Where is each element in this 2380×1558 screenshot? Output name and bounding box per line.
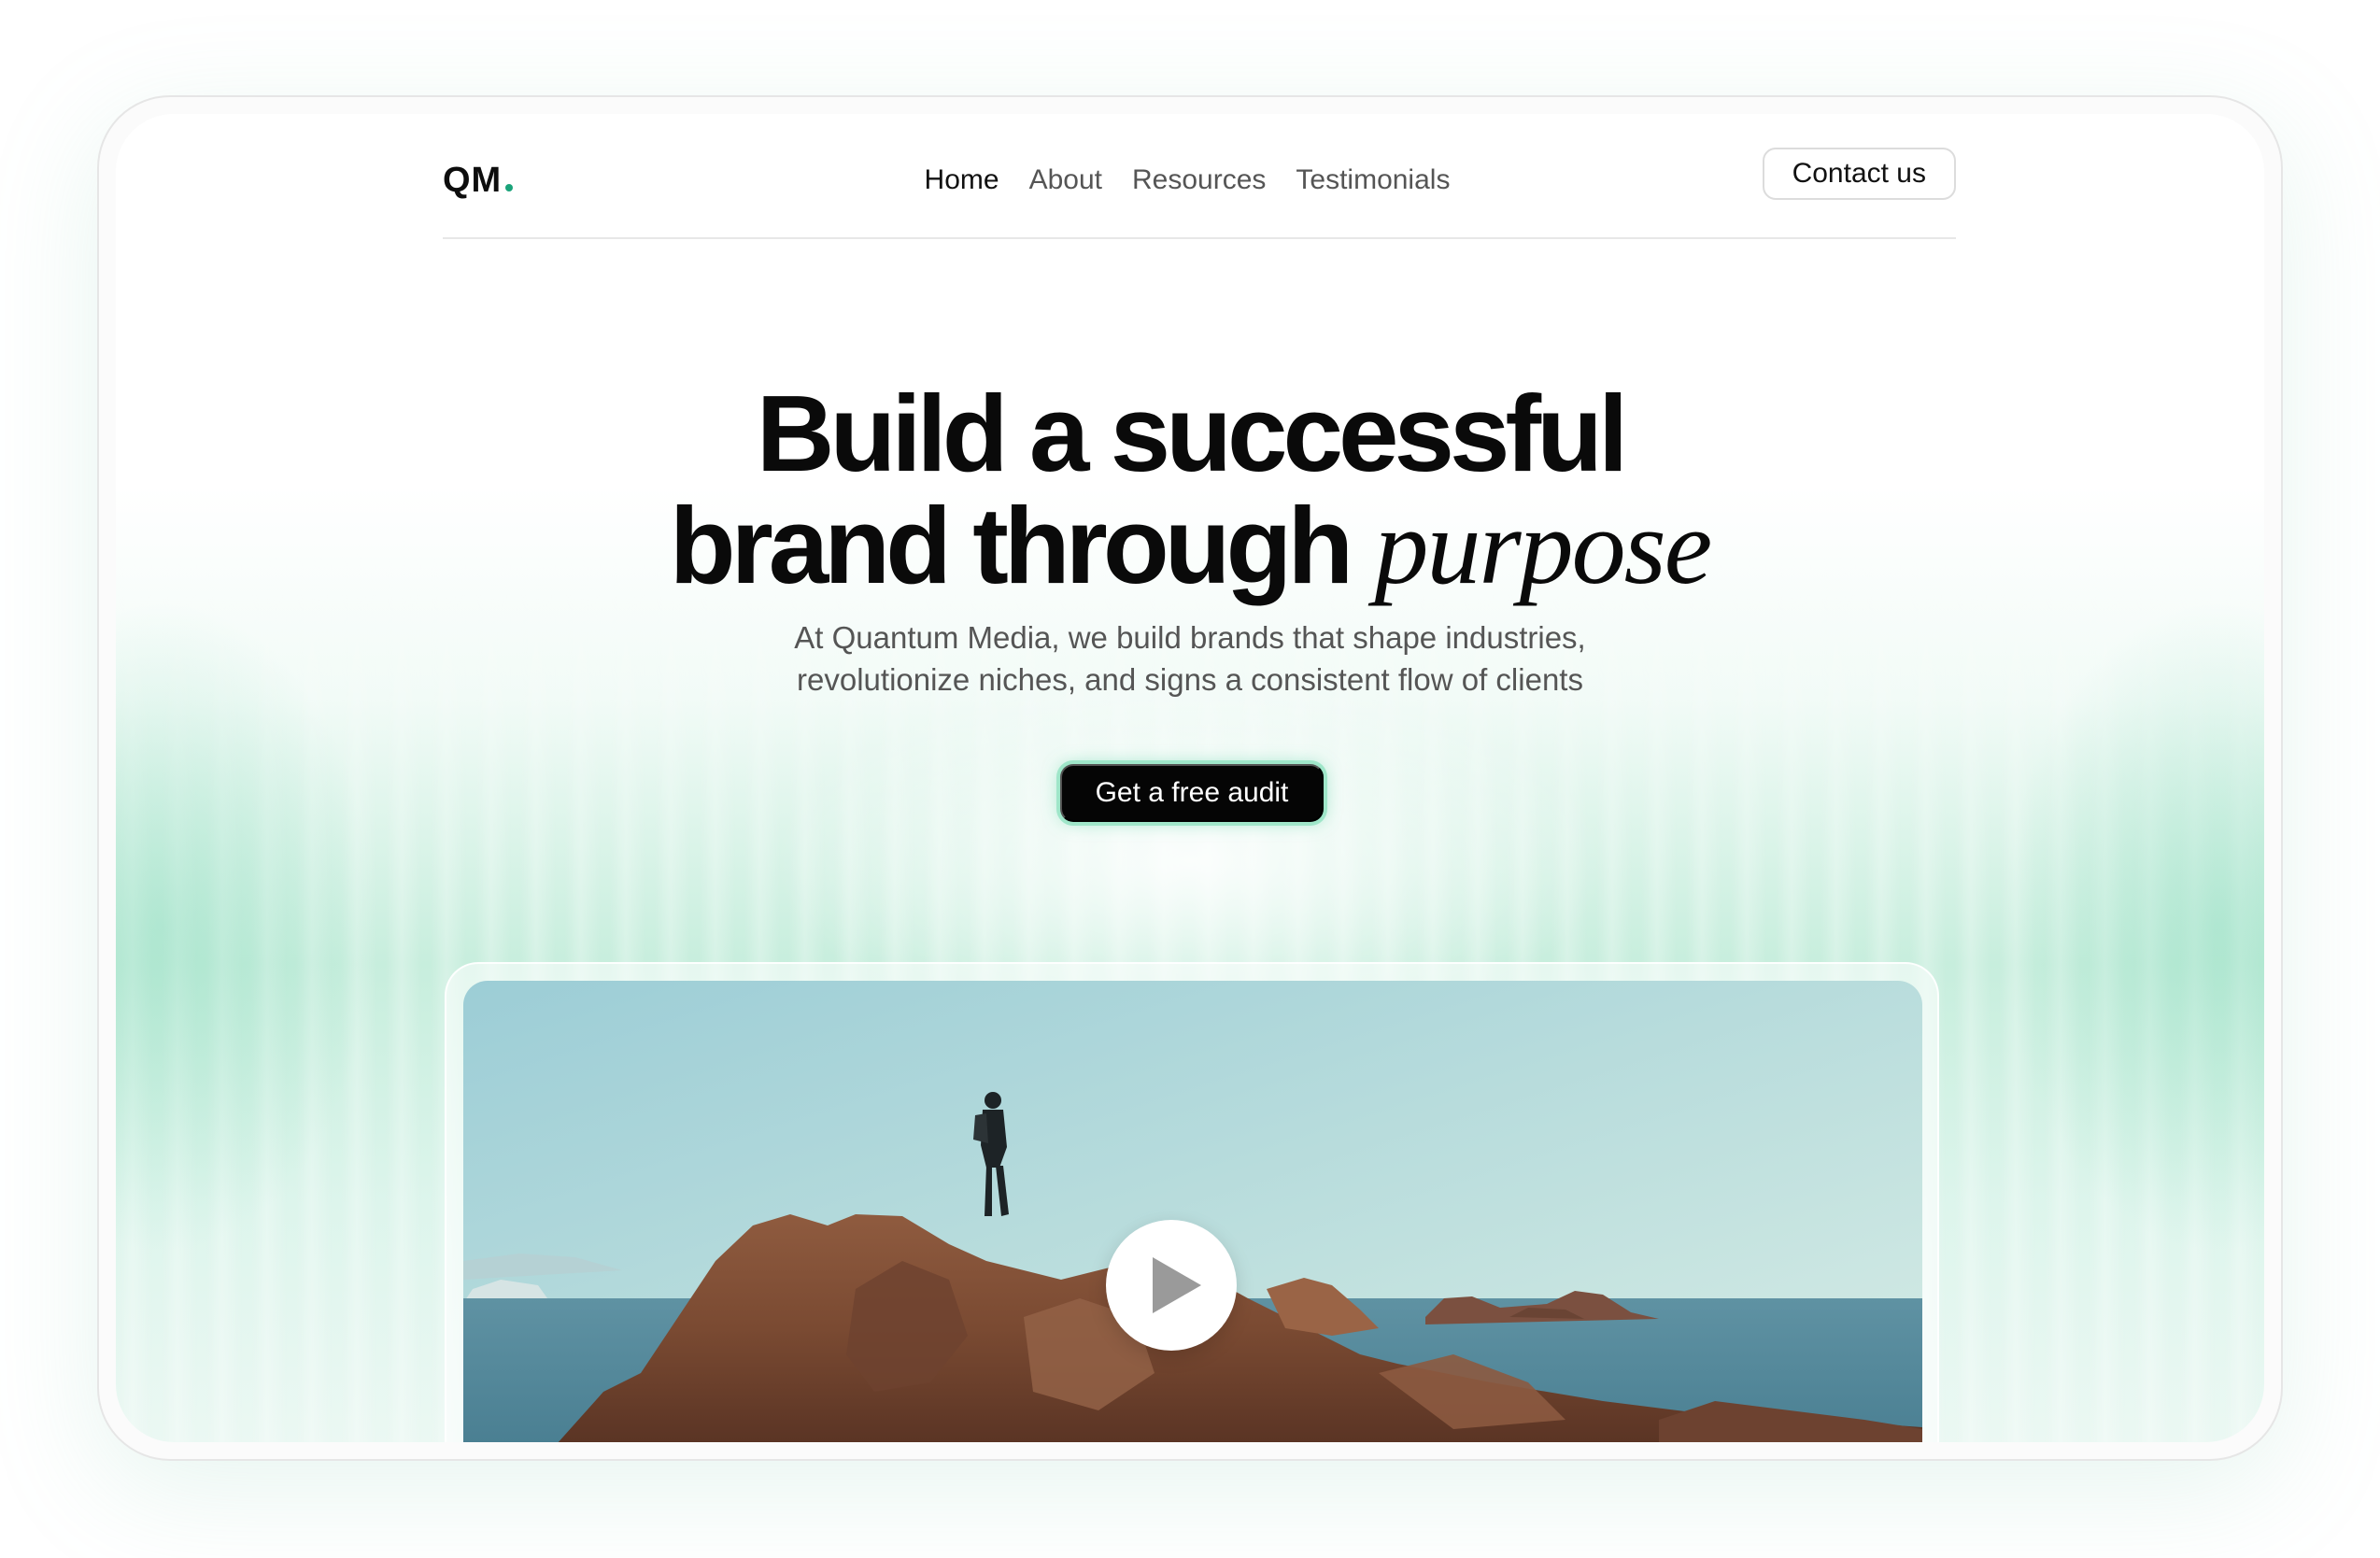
get-free-audit-button[interactable]: Get a free audit bbox=[1060, 764, 1324, 822]
video-player[interactable] bbox=[463, 981, 1922, 1442]
hero-title-line-2: brand through bbox=[669, 485, 1354, 606]
nav-item-home[interactable]: Home bbox=[925, 164, 999, 196]
nav-item-about[interactable]: About bbox=[1029, 164, 1102, 196]
play-icon bbox=[1153, 1257, 1201, 1313]
top-navigation: QM Home About Resources Testimonials Con… bbox=[443, 148, 1956, 239]
hero-title-line-1: Build a successful bbox=[756, 373, 1629, 494]
nav-item-testimonials[interactable]: Testimonials bbox=[1296, 164, 1450, 196]
play-button[interactable] bbox=[1106, 1220, 1237, 1351]
hero-subtitle: At Quantum Media, we build brands that s… bbox=[116, 616, 2264, 701]
hero-subtitle-line-2: revolutionize niches, and signs a consis… bbox=[797, 662, 1583, 697]
hero-title-accent: purpose bbox=[1374, 488, 1712, 607]
nav-menu: Home About Resources Testimonials bbox=[431, 164, 1944, 196]
contact-us-button[interactable]: Contact us bbox=[1762, 148, 1956, 200]
video-card bbox=[445, 962, 1939, 1442]
device-frame: QM Home About Resources Testimonials Con… bbox=[97, 95, 2283, 1461]
hero-subtitle-line-1: At Quantum Media, we build brands that s… bbox=[794, 620, 1586, 655]
browser-viewport: QM Home About Resources Testimonials Con… bbox=[116, 114, 2264, 1442]
nav-item-resources[interactable]: Resources bbox=[1132, 164, 1266, 196]
video-thumbnail bbox=[463, 981, 1922, 1442]
hero-title: Build a successful brand through purpose bbox=[116, 377, 2264, 603]
